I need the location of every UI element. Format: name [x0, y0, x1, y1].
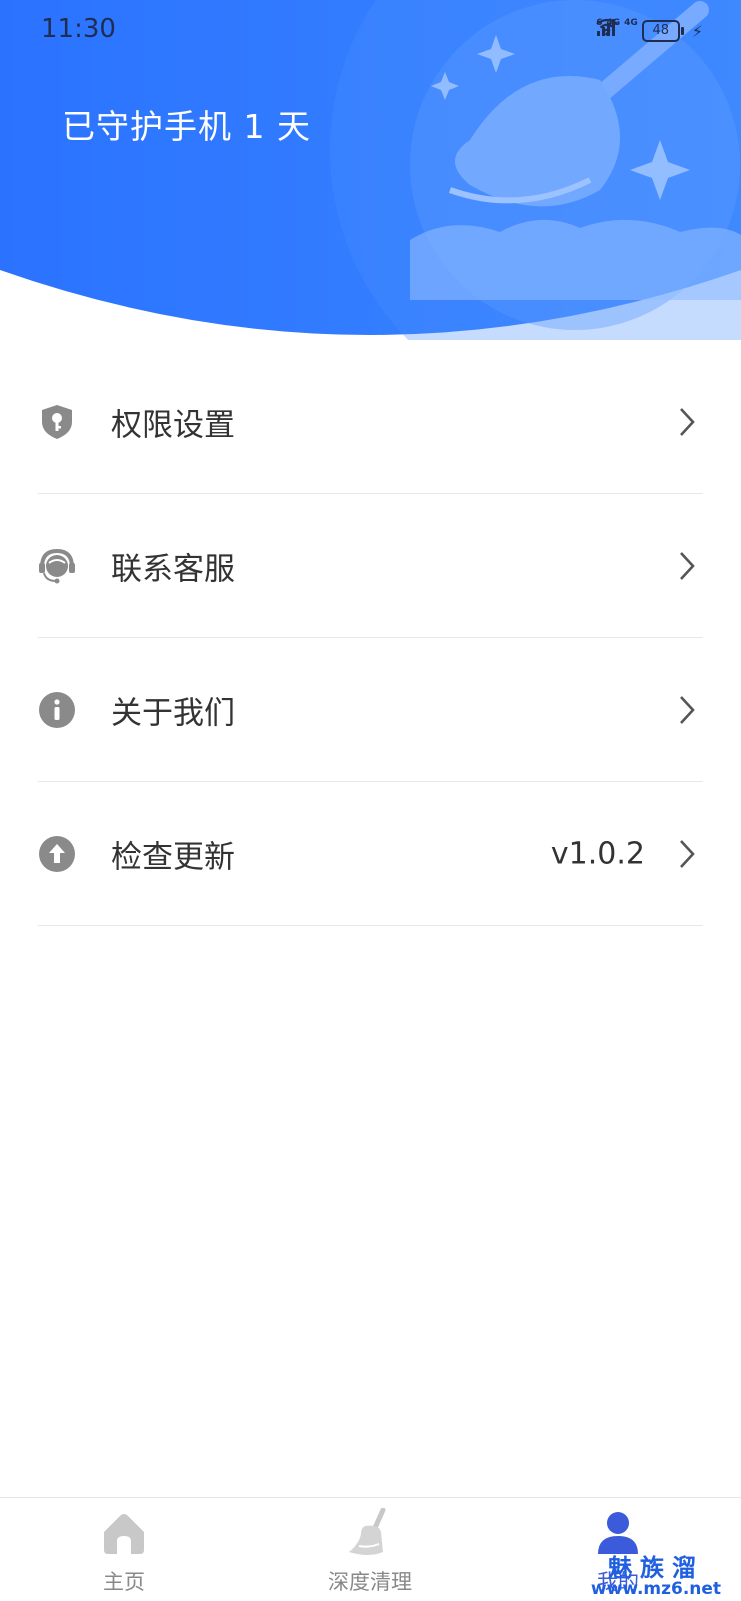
signal-icon — [597, 19, 616, 36]
status-bar: 11:30 6 4G 4G 48 — [0, 0, 741, 60]
shield-key-icon — [42, 404, 72, 439]
menu-item-contact-support[interactable]: 联系客服 — [38, 494, 703, 638]
menu-item-label: 联系客服 — [111, 551, 235, 587]
charging-icon: ⚡ — [691, 21, 703, 41]
watermark-url: www.mz6.net — [590, 1579, 722, 1599]
menu-item-label: 检查更新 — [111, 839, 235, 875]
header-banner: 11:30 6 4G 4G 48 — [0, 0, 741, 340]
upload-icon — [39, 835, 75, 872]
menu-item-label: 权限设置 — [111, 407, 235, 443]
tab-label: 主页 — [103, 1570, 145, 1594]
tab-home[interactable]: 主页 — [24, 1498, 224, 1601]
watermark-brand: 魅族溜 — [608, 1554, 704, 1582]
menu-item-check-update[interactable]: 检查更新 v1.0.2 — [38, 782, 703, 926]
menu-item-about-us[interactable]: 关于我们 — [38, 638, 703, 782]
info-icon — [39, 691, 75, 728]
headset-icon — [39, 548, 75, 583]
guard-days-title: 已守护手机 1 天 — [62, 107, 311, 146]
battery-icon: 48 — [641, 20, 684, 42]
menu-item-permissions[interactable]: 权限设置 — [38, 350, 703, 494]
user-icon — [598, 1512, 638, 1554]
version-value: v1.0.2 — [550, 836, 645, 871]
tab-label: 深度清理 — [328, 1570, 412, 1594]
chevron-right-icon — [680, 407, 695, 436]
settings-menu: 权限设置 联系客服 关于我们 检查更新 v1.0.2 — [0, 350, 741, 926]
chevron-right-icon — [680, 551, 695, 580]
status-time: 11:30 — [41, 14, 116, 44]
watermark: 魅族溜 www.mz6.net — [581, 1556, 731, 1600]
chevron-right-icon — [680, 695, 695, 724]
broom-icon — [349, 1508, 386, 1555]
home-icon — [104, 1514, 144, 1554]
chevron-right-icon — [680, 839, 695, 868]
status-icons: 6 4G 4G 48 ⚡ — [596, 18, 703, 44]
signal2-label: 4G — [624, 18, 638, 28]
menu-item-label: 关于我们 — [111, 695, 235, 731]
tab-deep-clean[interactable]: 深度清理 — [270, 1498, 470, 1601]
